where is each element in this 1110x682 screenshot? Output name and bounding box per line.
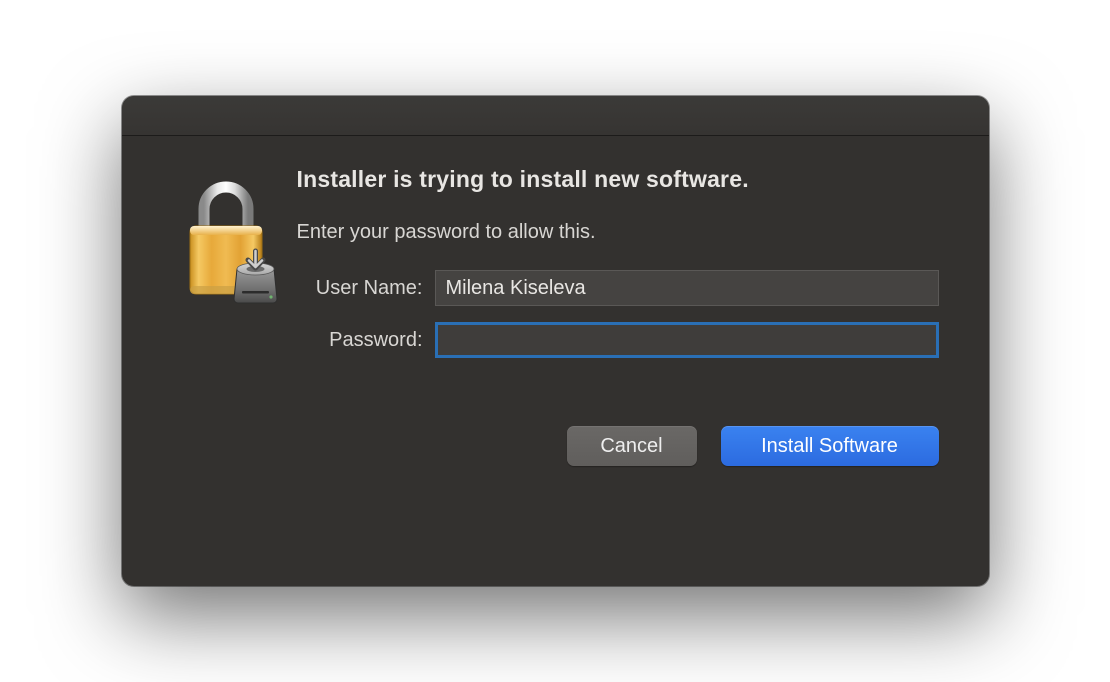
cancel-button[interactable]: Cancel [567,426,697,466]
dialog-buttons: Cancel Install Software [297,426,939,466]
password-input[interactable] [435,322,939,358]
username-input[interactable] [435,270,939,306]
dialog-body: Installer is trying to install new softw… [122,136,989,496]
auth-dialog: Installer is trying to install new softw… [122,96,989,586]
dialog-icon-column [162,166,292,466]
password-row: Password: [297,322,939,358]
dialog-subtitle: Enter your password to allow this. [297,221,939,244]
username-label: User Name: [297,277,435,300]
dialog-title: Installer is trying to install new softw… [297,166,939,193]
lock-icon [182,171,282,301]
dialog-content: Installer is trying to install new softw… [292,166,949,466]
install-software-button[interactable]: Install Software [721,426,939,466]
dialog-titlebar [122,96,989,136]
username-row: User Name: [297,270,939,306]
password-label: Password: [297,329,435,352]
